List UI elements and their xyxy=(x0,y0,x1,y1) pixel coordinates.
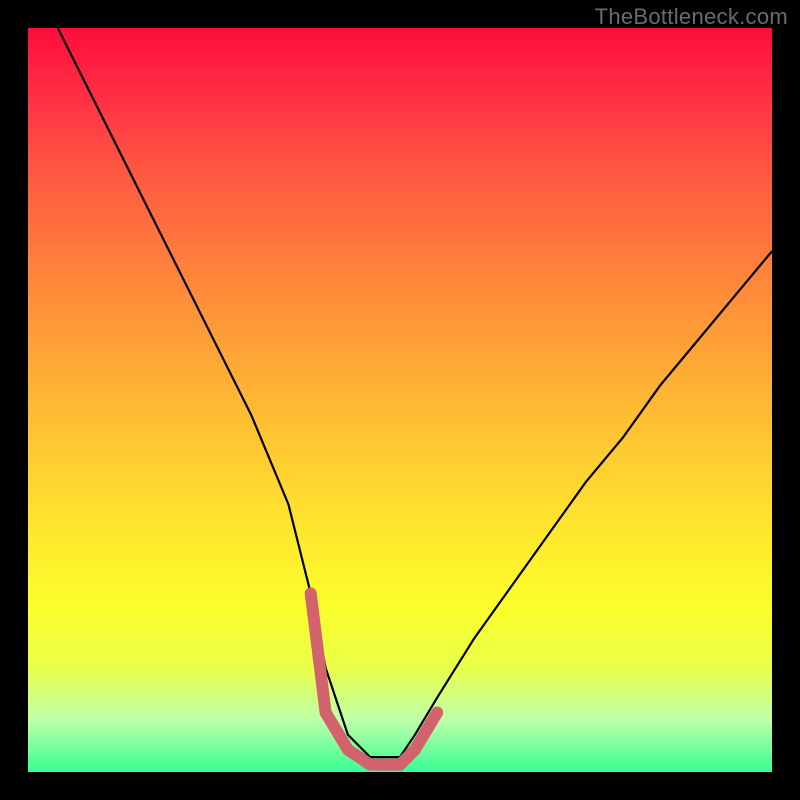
bottleneck-curve-path xyxy=(58,28,772,757)
chart-svg xyxy=(28,28,772,772)
watermark-label: TheBottleneck.com xyxy=(595,4,788,30)
chart-plot-area xyxy=(28,28,772,772)
